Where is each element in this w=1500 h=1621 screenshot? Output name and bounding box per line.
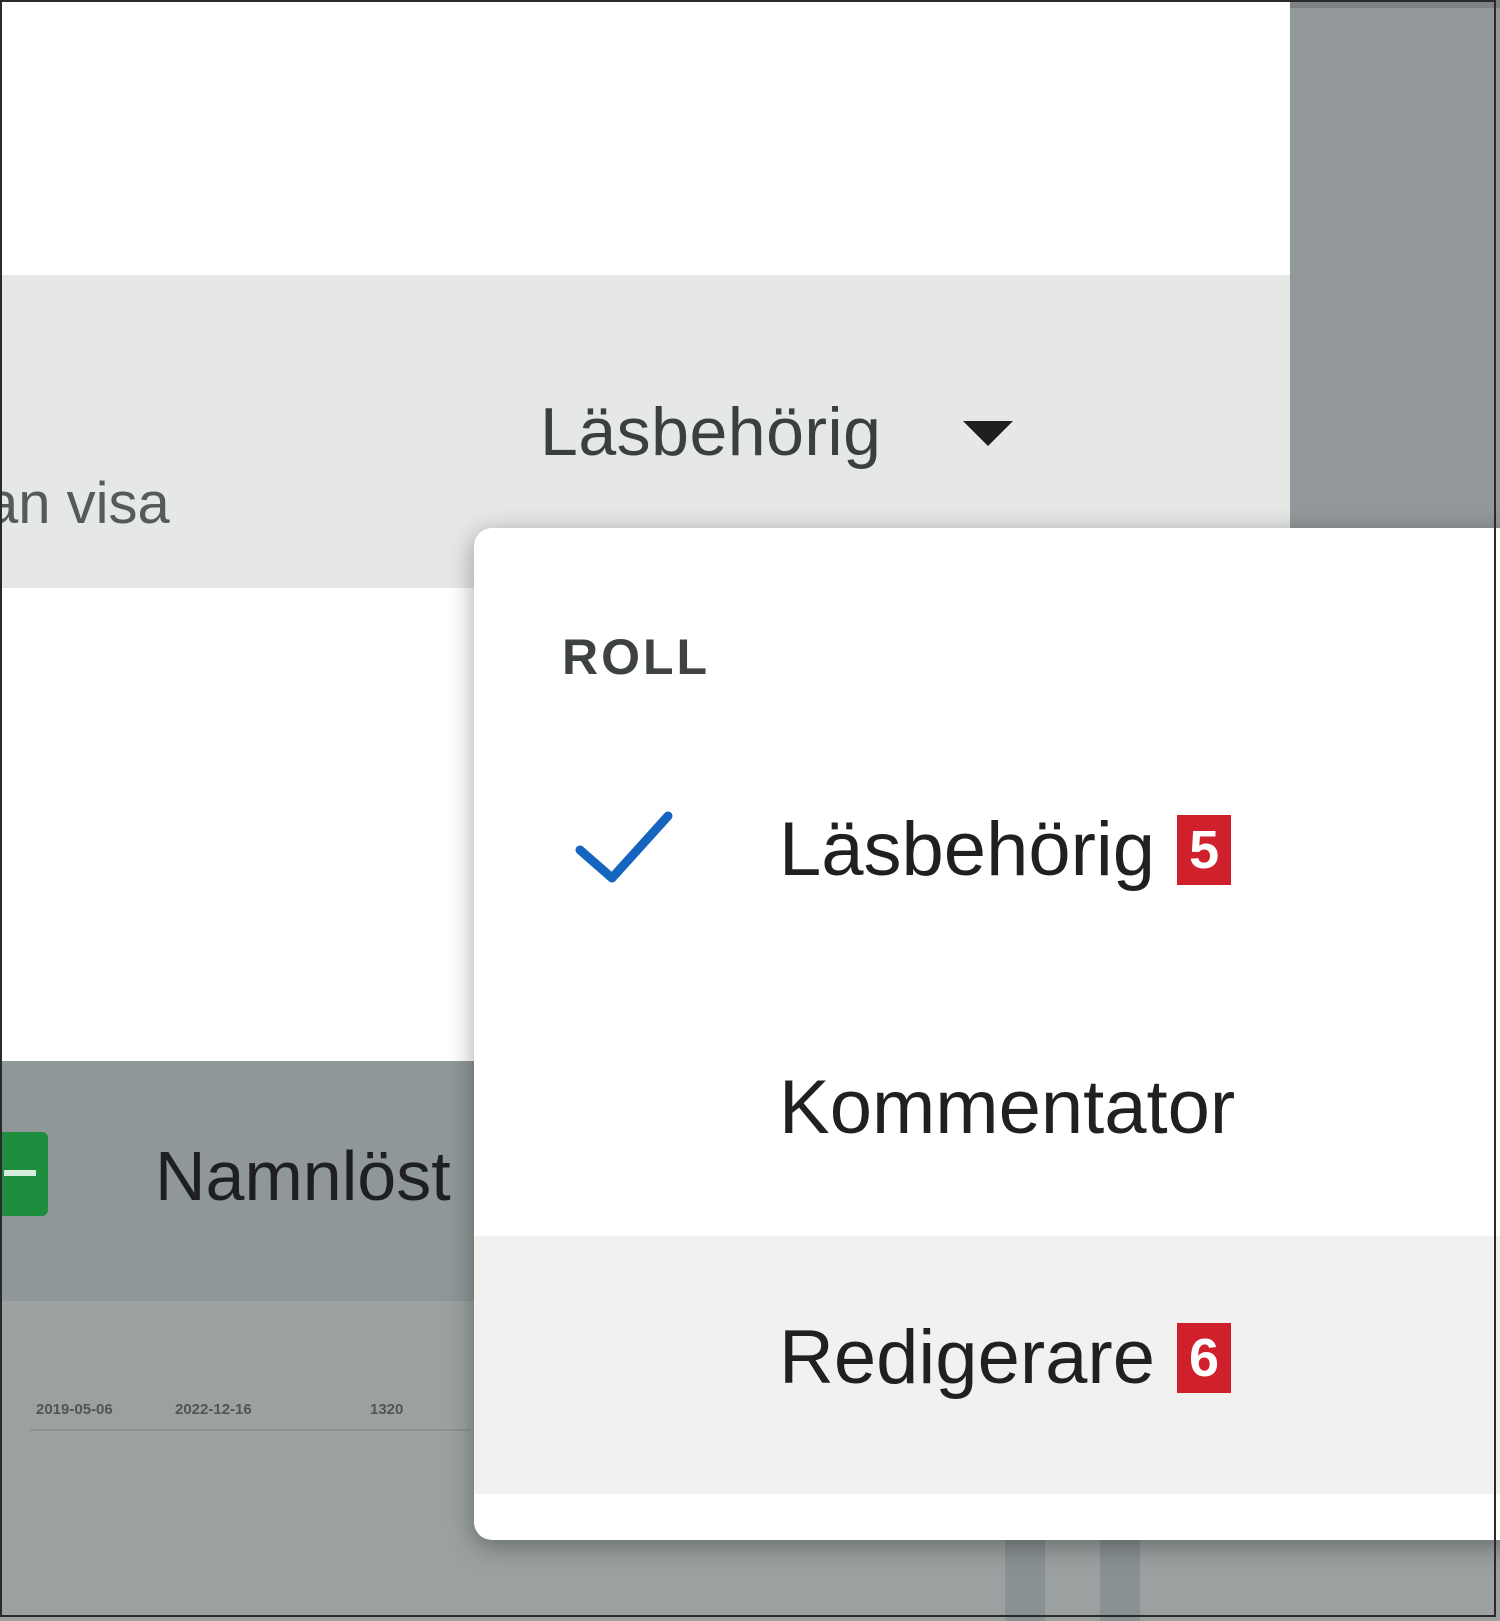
check-icon [575, 811, 673, 883]
role-option-editor[interactable]: Redigerare 6 [474, 1236, 1500, 1494]
list-cell-date-1: 2019-05-06 [36, 1401, 113, 1418]
role-option-text: Läsbehörig [779, 807, 1156, 892]
annotation-badge: 6 [1177, 1322, 1232, 1393]
access-description: an visa [0, 471, 170, 536]
role-option-label: Läsbehörig 5 [779, 806, 1232, 893]
sheet-title: Namnlöst [155, 1137, 451, 1215]
role-dropdown-label: Läsbehörig [540, 394, 882, 470]
sheets-icon [0, 1132, 48, 1216]
list-divider [30, 1429, 470, 1431]
dimmed-backdrop-strip [1290, 0, 1500, 8]
role-option-text: Redigerare [779, 1315, 1155, 1400]
dimmed-backdrop [1290, 0, 1500, 530]
background-bar [1005, 1535, 1045, 1621]
role-option-text: Kommentator [779, 1065, 1236, 1150]
share-dialog-top [0, 0, 1290, 275]
caret-down-icon [963, 420, 1014, 446]
annotation-badge: 5 [1177, 814, 1232, 885]
role-menu: ROLL Läsbehörig 5 Kommentator Redigerare… [474, 528, 1500, 1540]
role-option-viewer[interactable]: Läsbehörig 5 [474, 728, 1500, 986]
role-option-label: Redigerare 6 [779, 1314, 1232, 1401]
role-dropdown[interactable]: Läsbehörig [540, 393, 1014, 471]
role-option-label: Kommentator [779, 1064, 1235, 1151]
list-cell-number: 1320 [370, 1401, 404, 1418]
role-option-commenter[interactable]: Kommentator [474, 986, 1500, 1244]
role-menu-heading: ROLL [562, 629, 711, 685]
background-bar [1100, 1535, 1140, 1621]
list-cell-date-2: 2022-12-16 [175, 1401, 252, 1418]
